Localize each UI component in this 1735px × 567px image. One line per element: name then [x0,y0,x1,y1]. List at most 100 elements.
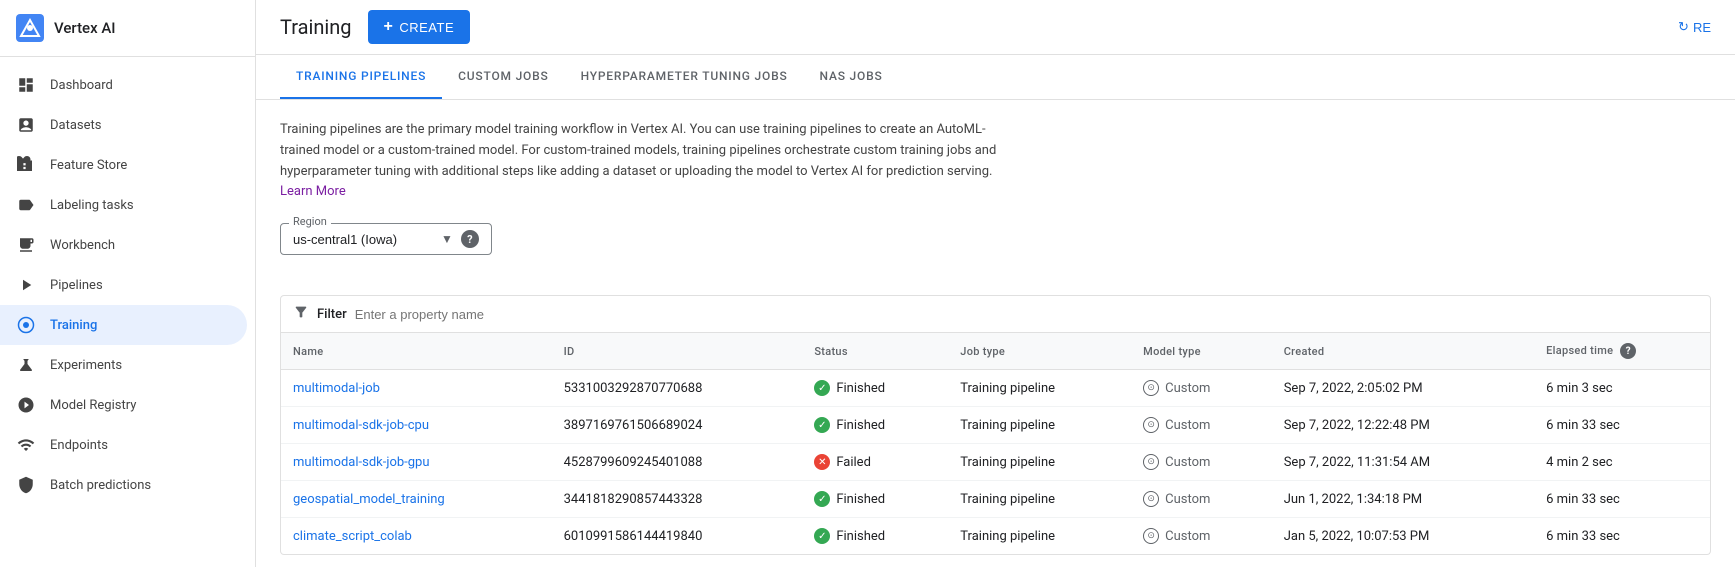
chevron-down-icon: ▼ [441,232,453,246]
sidebar-item-experiments[interactable]: Experiments [0,345,247,385]
table-row: climate_script_colab 6010991586144419840… [281,518,1710,555]
status-icon-3: ✓ [814,491,830,507]
cell-created-0: Sep 7, 2022, 2:05:02 PM [1272,370,1534,407]
status-icon-4: ✓ [814,528,830,544]
cell-job-type-4: Training pipeline [948,518,1131,555]
tab-custom-jobs[interactable]: CUSTOM JOBS [442,55,564,99]
region-select-input[interactable]: us-central1 (Iowa) [293,232,433,247]
status-icon-2: ✕ [814,454,830,470]
sidebar-item-pipelines[interactable]: Pipelines [0,265,247,305]
content-area: Training pipelines are the primary model… [256,100,1735,567]
cell-elapsed-2: 4 min 2 sec [1534,444,1710,481]
sidebar-item-label-datasets: Datasets [50,118,102,133]
sidebar-item-dashboard[interactable]: Dashboard [0,65,247,105]
datasets-icon [16,115,36,135]
cell-status-1: ✓ Finished [802,407,948,444]
job-link-1[interactable]: multimodal-sdk-job-cpu [293,418,429,433]
status-icon-0: ✓ [814,380,830,396]
sidebar-item-endpoints[interactable]: Endpoints [0,425,247,465]
table-row: multimodal-job 5331003292870770688 ✓ Fin… [281,370,1710,407]
sidebar-item-label-labeling: Labeling tasks [50,198,134,213]
sidebar-item-label-training: Training [50,318,97,333]
job-link-3[interactable]: geospatial_model_training [293,492,445,507]
tab-hyperparameter-tuning[interactable]: HYPERPARAMETER TUNING JOBS [565,55,804,99]
elapsed-help-icon[interactable]: ? [1620,343,1636,359]
workbench-icon [16,235,36,255]
region-help-icon[interactable]: ? [461,230,479,248]
sidebar-item-training[interactable]: Training [0,305,247,345]
cell-id-1: 3897169761506689024 [552,407,803,444]
cell-status-4: ✓ Finished [802,518,948,555]
sidebar-item-labeling-tasks[interactable]: Labeling tasks [0,185,247,225]
jobs-table: Name ID Status Job type Model type Creat… [281,333,1710,554]
model-registry-icon [16,395,36,415]
batch-predictions-icon [16,475,36,495]
table-row: multimodal-sdk-job-cpu 38971697615066890… [281,407,1710,444]
sidebar-item-batch-predictions[interactable]: Batch predictions [0,465,247,505]
filter-icon [293,304,309,324]
model-icon-2: ⊙ [1143,454,1159,470]
sidebar-item-datasets[interactable]: Datasets [0,105,247,145]
vertex-ai-logo [16,14,44,42]
sidebar-item-model-registry[interactable]: Model Registry [0,385,247,425]
job-link-0[interactable]: multimodal-job [293,381,380,396]
tab-training-pipelines[interactable]: TRAINING PIPELINES [280,55,442,99]
table-header-row: Name ID Status Job type Model type Creat… [281,333,1710,370]
cell-created-3: Jun 1, 2022, 1:34:18 PM [1272,481,1534,518]
sidebar-item-workbench[interactable]: Workbench [0,225,247,265]
model-icon-4: ⊙ [1143,528,1159,544]
cell-model-type-2: ⊙ Custom [1131,444,1272,481]
cell-elapsed-3: 6 min 33 sec [1534,481,1710,518]
learn-more-link[interactable]: Learn More [280,184,346,199]
cell-job-type-0: Training pipeline [948,370,1131,407]
cell-name-4: climate_script_colab [281,518,552,555]
cell-status-2: ✕ Failed [802,444,948,481]
cell-created-1: Sep 7, 2022, 12:22:48 PM [1272,407,1534,444]
experiments-icon [16,355,36,375]
dashboard-icon [16,75,36,95]
plus-icon: + [384,18,394,36]
cell-elapsed-4: 6 min 33 sec [1534,518,1710,555]
tabs-bar: TRAINING PIPELINES CUSTOM JOBS HYPERPARA… [256,55,1735,100]
job-link-4[interactable]: climate_script_colab [293,529,412,544]
sidebar-item-label-dashboard: Dashboard [50,78,113,93]
cell-id-3: 3441818290857443328 [552,481,803,518]
sidebar-nav: Dashboard Datasets Feature Store Labelin… [0,57,255,567]
status-icon-1: ✓ [814,417,830,433]
sidebar-item-label-experiments: Experiments [50,358,122,373]
cell-elapsed-0: 6 min 3 sec [1534,370,1710,407]
cell-created-4: Jan 5, 2022, 10:07:53 PM [1272,518,1534,555]
cell-model-type-1: ⊙ Custom [1131,407,1272,444]
col-model-type: Model type [1131,333,1272,370]
table-row: geospatial_model_training 34418182908574… [281,481,1710,518]
sidebar-item-label-model-registry: Model Registry [50,398,136,413]
cell-model-type-3: ⊙ Custom [1131,481,1272,518]
region-selector[interactable]: Region us-central1 (Iowa) ▼ ? [280,223,492,255]
col-job-type: Job type [948,333,1131,370]
cell-name-0: multimodal-job [281,370,552,407]
sidebar-header: Vertex AI [0,0,255,57]
cell-name-3: geospatial_model_training [281,481,552,518]
create-button[interactable]: + CREATE [368,10,471,44]
sidebar-item-feature-store[interactable]: Feature Store [0,145,247,185]
refresh-button[interactable]: ↻ RE [1678,19,1711,35]
cell-created-2: Sep 7, 2022, 11:31:54 AM [1272,444,1534,481]
status-text-1: Finished [836,418,885,433]
col-status: Status [802,333,948,370]
col-name: Name [281,333,552,370]
status-text-0: Finished [836,381,885,396]
job-link-2[interactable]: multimodal-sdk-job-gpu [293,455,430,470]
refresh-icon: ↻ [1678,19,1689,35]
table-row: multimodal-sdk-job-gpu 45287996092454010… [281,444,1710,481]
cell-status-0: ✓ Finished [802,370,948,407]
status-text-3: Finished [836,492,885,507]
filter-label: Filter [317,307,347,322]
tab-nas-jobs[interactable]: NAS JOBS [804,55,899,99]
region-label: Region [289,215,331,228]
cell-id-2: 4528799609245401088 [552,444,803,481]
labeling-icon [16,195,36,215]
cell-model-type-4: ⊙ Custom [1131,518,1272,555]
refresh-label: RE [1693,20,1711,35]
description-text: Training pipelines are the primary model… [280,120,1000,203]
filter-input[interactable] [355,307,1698,322]
